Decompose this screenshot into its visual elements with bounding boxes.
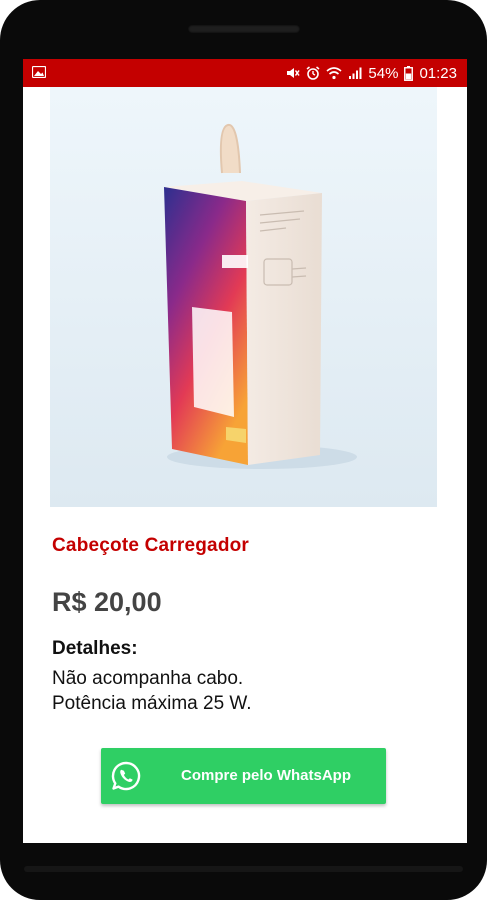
details-line: Potência máxima 25 W. [52,693,252,714]
battery-icon [404,65,414,81]
product-price: R$ 20,00 [52,587,162,617]
details-line: Não acompanha cabo. [52,668,244,689]
signal-icon [349,67,362,79]
alarm-icon [306,66,320,80]
whatsapp-button-label: Compre pelo WhatsApp [181,767,352,784]
clock-time: 01:23 [419,64,457,82]
phone-bottom-rim [24,866,463,872]
wifi-icon [326,67,342,80]
status-bar: 54% 01:23 [23,59,467,87]
product-photo [50,87,437,507]
image-icon [32,66,46,78]
product-title: Cabeçote Carregador [52,535,250,556]
whatsapp-icon [111,761,141,791]
phone-frame: 54% 01:23 Cabeçote Carregador R$ 20,00 D… [0,0,487,900]
battery-percent: 54% [368,64,399,82]
whatsapp-buy-button[interactable]: Compre pelo WhatsApp [101,748,386,804]
app-screen: 54% 01:23 Cabeçote Carregador R$ 20,00 D… [23,59,467,843]
speaker-grille [188,25,300,33]
details-text: Não acompanha cabo. Potência máxima 25 W… [52,666,252,716]
details-label: Detalhes: [52,638,138,659]
mute-icon [287,68,301,78]
